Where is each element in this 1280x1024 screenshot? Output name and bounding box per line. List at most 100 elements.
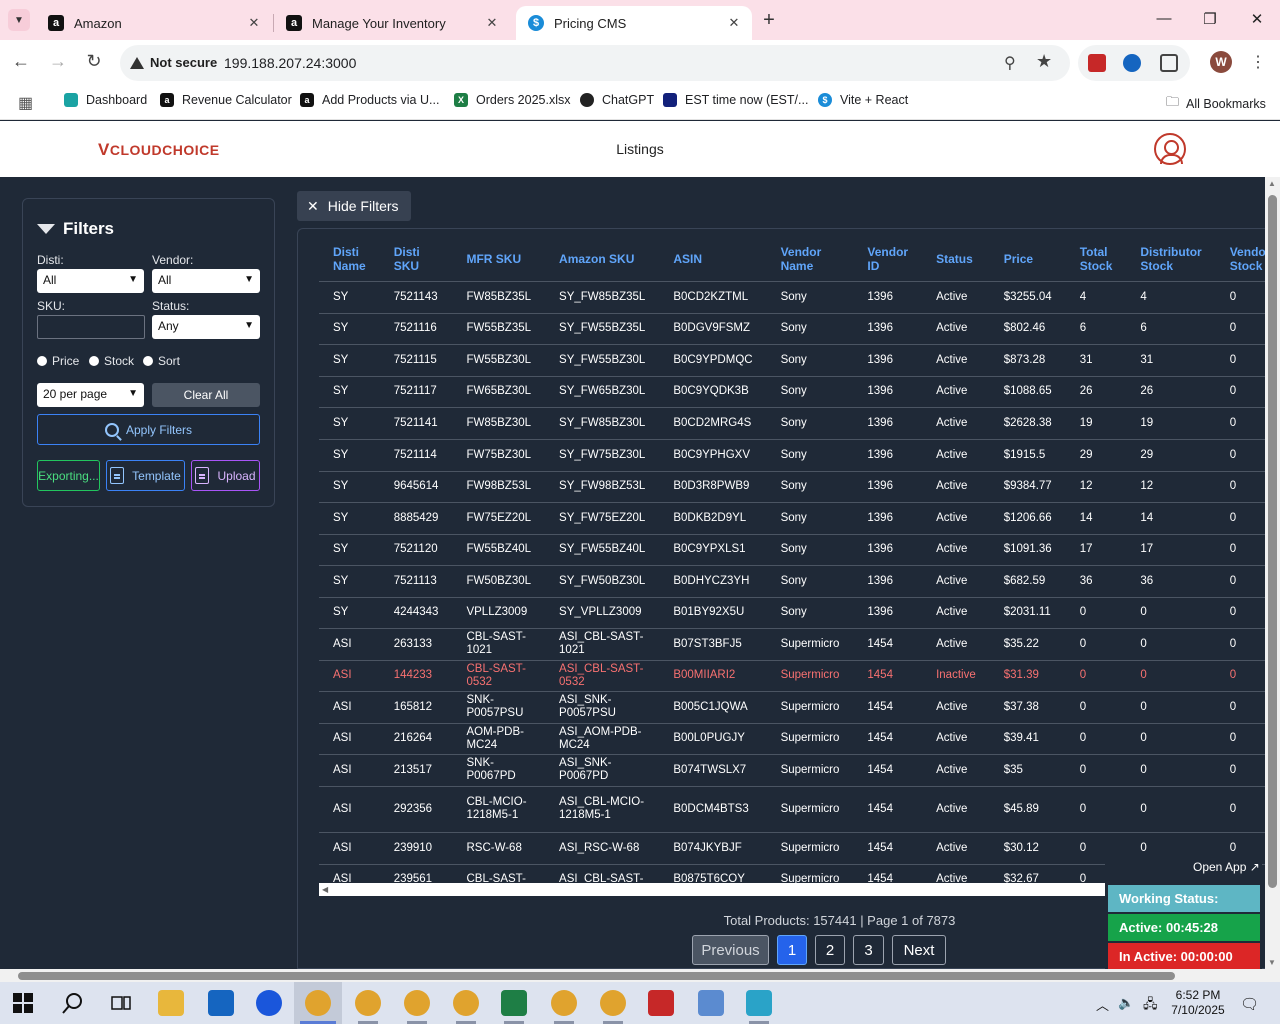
- page-1-button[interactable]: 1: [777, 935, 807, 965]
- table-row[interactable]: SY 7521117 FW65BZ30L SY_FW65BZ30L B0C9YQDK3B…: [319, 375, 1265, 407]
- page-horizontal-scrollbar[interactable]: [0, 969, 1280, 982]
- sku-input[interactable]: [37, 315, 145, 339]
- previous-page-button[interactable]: Previous: [692, 935, 769, 965]
- column-header[interactable]: Status: [922, 237, 990, 281]
- chrome-icon[interactable]: [305, 990, 331, 1016]
- url-text[interactable]: 199.188.207.24:3000: [224, 55, 356, 71]
- table-row[interactable]: SY 7521143 FW85BZ35L SY_FW85BZ35L B0CD2KZTML…: [319, 280, 1265, 313]
- zoom-icon[interactable]: ⚲: [1004, 53, 1016, 73]
- column-header[interactable]: Vendor ID: [853, 237, 922, 281]
- column-header[interactable]: Price: [990, 237, 1066, 281]
- volume-icon[interactable]: 🔈: [1118, 995, 1134, 1011]
- chrome-icon[interactable]: [551, 990, 577, 1016]
- close-window-icon[interactable]: ✕: [1247, 10, 1267, 28]
- status-select[interactable]: Any ▼: [152, 315, 260, 339]
- tab-amazon[interactable]: a Amazon ✕: [36, 6, 272, 40]
- table-row[interactable]: SY 8885429 FW75EZ20L SY_FW75EZ20L B0DKB2D9YL…: [319, 501, 1265, 534]
- column-header[interactable]: Vendor Stock: [1216, 237, 1265, 281]
- bookmark-est-time[interactable]: EST time now (EST/...: [663, 93, 808, 107]
- scroll-down-icon[interactable]: ▼: [1268, 958, 1276, 967]
- radio-price[interactable]: Price: [37, 354, 79, 368]
- system-clock[interactable]: 6:52 PM 7/10/2025: [1163, 988, 1233, 1018]
- network-icon[interactable]: 🖧: [1143, 995, 1158, 1017]
- bookmark-star-icon[interactable]: ★: [1036, 51, 1052, 72]
- scroll-thumb[interactable]: [18, 972, 1175, 980]
- calculator-icon[interactable]: [698, 990, 724, 1016]
- close-tab-icon[interactable]: ✕: [246, 15, 262, 31]
- page-vertical-scrollbar[interactable]: ▲ ▼: [1265, 177, 1280, 969]
- scroll-thumb[interactable]: [1268, 195, 1277, 888]
- open-app-link[interactable]: Open App ↗: [1193, 860, 1260, 874]
- close-tab-icon[interactable]: ✕: [726, 15, 742, 31]
- minimize-icon[interactable]: —: [1154, 10, 1174, 27]
- forward-icon[interactable]: →: [47, 51, 69, 72]
- tray-chevron-up-icon[interactable]: ︿: [1096, 995, 1109, 1014]
- puzzle-extensions-icon[interactable]: [1160, 54, 1178, 72]
- close-tab-icon[interactable]: ✕: [484, 15, 500, 31]
- hide-filters-button[interactable]: ✕ Hide Filters: [297, 191, 411, 221]
- excel-icon[interactable]: [501, 990, 527, 1016]
- next-page-button[interactable]: Next: [892, 935, 946, 965]
- bookmark-dashboard[interactable]: Dashboard: [64, 93, 147, 107]
- windows-start-icon[interactable]: [12, 992, 34, 1014]
- table-row[interactable]: SY 9645614 FW98BZ53L SY_FW98BZ53L B0D3R8PWB9…: [319, 470, 1265, 502]
- table-row[interactable]: ASI 216264 AOM-PDB-MC24 ASI_AOM-PDB-MC24 B00…: [319, 722, 1265, 754]
- reload-icon[interactable]: ↻: [83, 51, 105, 72]
- tab-manage-inventory[interactable]: a Manage Your Inventory ✕: [274, 6, 510, 40]
- table-row[interactable]: SY 7521120 FW55BZ40L SY_FW55BZ40L B0C9YPXLS1…: [319, 533, 1265, 565]
- restore-icon[interactable]: ❐: [1200, 10, 1220, 28]
- bookmark-vite-react[interactable]: $ Vite + React: [818, 93, 908, 107]
- scroll-left-icon[interactable]: ◀: [322, 885, 328, 894]
- table-row[interactable]: ASI 263133 CBL-SAST-1021 ASI_CBL-SAST-1021 B…: [319, 627, 1265, 660]
- bookmark-orders-xlsx[interactable]: X Orders 2025.xlsx: [454, 93, 570, 107]
- chrome-icon[interactable]: [404, 990, 430, 1016]
- app-icon[interactable]: [746, 990, 772, 1016]
- table-row[interactable]: SY 7521116 FW55BZ35L SY_FW55BZ35L B0DGV9FSMZ…: [319, 312, 1265, 344]
- tab-pricing-cms[interactable]: $ Pricing CMS ✕: [516, 6, 752, 40]
- table-row[interactable]: SY 7521113 FW50BZ30L SY_FW50BZ30L B0DHYCZ3YH…: [319, 564, 1265, 597]
- bookmark-add-products[interactable]: a Add Products via U...: [300, 93, 439, 107]
- table-row[interactable]: ASI 165812 SNK-P0057PSU ASI_SNK-P0057PSU B00…: [319, 690, 1265, 723]
- security-indicator[interactable]: Not secure: [130, 55, 217, 70]
- vendor-select[interactable]: All ▼: [152, 269, 260, 293]
- browser-menu-icon[interactable]: ⋮: [1250, 52, 1266, 72]
- file-explorer-icon[interactable]: [158, 990, 184, 1016]
- chrome-icon[interactable]: [453, 990, 479, 1016]
- table-row[interactable]: ASI 144233 CBL-SAST-0532 ASI_CBL-SAST-0532 B…: [319, 659, 1265, 691]
- table-row[interactable]: SY 7521141 FW85BZ30L SY_FW85BZ30L B0CD2MRG4S…: [319, 406, 1265, 439]
- per-page-select[interactable]: 20 per page ▼: [37, 383, 144, 407]
- search-icon[interactable]: [60, 990, 86, 1016]
- exporting-button[interactable]: Exporting...: [37, 460, 100, 491]
- column-header[interactable]: Amazon SKU: [545, 237, 659, 281]
- column-header[interactable]: Distributor Stock: [1126, 237, 1215, 281]
- tab-search-icon[interactable]: ▼: [8, 9, 30, 31]
- clear-all-button[interactable]: Clear All: [152, 383, 260, 407]
- apply-filters-button[interactable]: Apply Filters: [37, 414, 260, 445]
- zoom-app-icon[interactable]: [256, 990, 282, 1016]
- pdf-extension-icon[interactable]: [1088, 54, 1106, 72]
- column-header[interactable]: Disti SKU: [380, 237, 453, 281]
- radio-sort[interactable]: Sort: [143, 354, 180, 368]
- column-header[interactable]: Vendor Name: [767, 237, 854, 281]
- chrome-icon[interactable]: [355, 990, 381, 1016]
- page-3-button[interactable]: 3: [853, 935, 884, 965]
- upload-button[interactable]: Upload: [191, 460, 260, 491]
- column-header[interactable]: ASIN: [659, 237, 766, 281]
- table-row[interactable]: SY 4244343 VPLLZ3009 SY_VPLLZ3009 B01BY92X5U…: [319, 596, 1265, 628]
- outlook-icon[interactable]: [208, 990, 234, 1016]
- new-tab-icon[interactable]: +: [758, 9, 780, 32]
- filezilla-icon[interactable]: [648, 990, 674, 1016]
- all-bookmarks[interactable]: 🗀 All Bookmarks: [1166, 93, 1266, 115]
- disti-select[interactable]: All ▼: [37, 269, 144, 293]
- column-header[interactable]: MFR SKU: [452, 237, 545, 281]
- radio-stock[interactable]: Stock: [89, 354, 134, 368]
- user-account-icon[interactable]: [1154, 133, 1186, 165]
- table-row[interactable]: ASI 213517 SNK-P0067PD ASI_SNK-P0067PD B074T…: [319, 753, 1265, 786]
- bookmark-revenue-calculator[interactable]: a Revenue Calculator: [160, 93, 292, 107]
- profile-avatar[interactable]: W: [1210, 51, 1232, 73]
- page-2-button[interactable]: 2: [815, 935, 845, 965]
- scroll-up-icon[interactable]: ▲: [1268, 179, 1276, 188]
- notifications-icon[interactable]: 🗨: [1240, 995, 1259, 1013]
- back-icon[interactable]: ←: [10, 51, 32, 72]
- extension-icon[interactable]: [1123, 54, 1141, 72]
